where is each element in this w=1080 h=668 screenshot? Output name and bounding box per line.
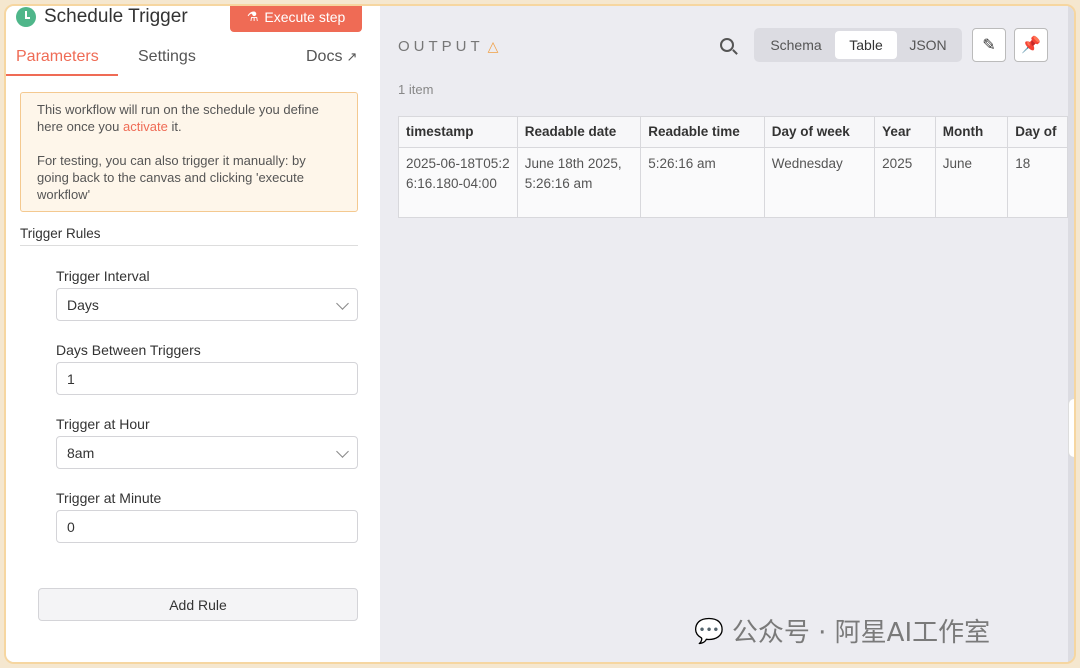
col-header: Day of week (763, 116, 876, 148)
tab-settings[interactable]: Settings (138, 48, 196, 66)
trigger-hour-label: Trigger at Hour (56, 416, 150, 432)
table-cell[interactable]: Wednesday (763, 147, 876, 218)
add-rule-button[interactable]: Add Rule (38, 588, 358, 621)
trigger-rules-title: Trigger Rules (20, 226, 358, 246)
notice-text-end: it. (167, 119, 182, 134)
pin-icon: 📌 (1021, 37, 1041, 54)
col-header: Readable date (516, 116, 642, 148)
table-cell[interactable]: June 18th 2025, 5:26:16 am (516, 147, 642, 218)
view-table-button[interactable]: Table (835, 31, 897, 59)
flask-icon: ⚗ (246, 9, 259, 24)
pin-data-button[interactable]: 📌 (1014, 28, 1048, 62)
output-table: timestamp Readable date Readable time Da… (398, 116, 1068, 219)
activation-notice: This workflow will run on the schedule y… (20, 92, 358, 212)
trigger-interval-label: Trigger Interval (56, 268, 150, 284)
execute-step-button[interactable]: ⚗ Execute step (230, 6, 362, 32)
table-cell[interactable]: 5:26:16 am (640, 147, 765, 218)
output-title-text: OUTPUT (398, 38, 484, 55)
table-cell[interactable]: 2025-06-18T05:26:16.180-04:00 (398, 147, 518, 218)
days-between-value: 1 (67, 370, 75, 387)
watermark-text: 公众号 · 阿星AI工作室 (731, 618, 991, 648)
pencil-icon: ✎ (982, 37, 996, 54)
table-row: 2025-06-18T05:26:16.180-04:00 June 18th … (398, 147, 1068, 218)
panel-tabs: Parameters Settings Docs ↗ (6, 42, 380, 78)
warning-icon: △ (487, 38, 499, 54)
view-schema-button[interactable]: Schema (757, 31, 835, 59)
col-header: Readable time (640, 116, 765, 148)
docs-label: Docs (306, 48, 343, 65)
active-tab-indicator (6, 74, 118, 76)
output-panel: OUTPUT △ Schema Table JSON ✎ 📌 1 item tim… (380, 6, 1068, 662)
col-header: timestamp (398, 116, 518, 148)
canvas-edge (1068, 6, 1074, 662)
days-between-input[interactable]: 1 (56, 362, 358, 395)
trigger-minute-input[interactable]: 0 (56, 510, 358, 543)
trigger-interval-value: Days (67, 296, 99, 313)
execute-step-label: Execute step (264, 9, 346, 25)
wechat-icon: 💬 (694, 616, 724, 645)
view-switch: Schema Table JSON (754, 28, 962, 62)
col-header: Year (874, 116, 936, 148)
node-title: Schedule Trigger (44, 6, 188, 27)
search-icon[interactable] (720, 38, 734, 52)
view-json-button[interactable]: JSON (897, 31, 959, 59)
app-frame: Schedule Trigger ⚗ Execute step Paramete… (4, 4, 1076, 664)
trigger-interval-select[interactable]: Days (56, 288, 358, 321)
trigger-minute-value: 0 (67, 518, 75, 535)
col-header: Day of (1007, 116, 1068, 148)
table-cell[interactable]: 2025 (874, 147, 936, 218)
notice-line-2: For testing, you can also trigger it man… (37, 153, 306, 202)
item-count: 1 item (398, 82, 434, 97)
watermark: 💬 公众号 · 阿星AI工作室 (694, 612, 990, 649)
edit-output-button[interactable]: ✎ (972, 28, 1006, 62)
trigger-hour-select[interactable]: 8am (56, 436, 358, 469)
node-parameters-panel: Schedule Trigger ⚗ Execute step Paramete… (6, 6, 380, 662)
notice-line-1: This workflow will run on the schedule y… (37, 101, 341, 135)
chevron-down-icon (336, 297, 349, 310)
output-title: OUTPUT △ (398, 38, 498, 55)
node-header: Schedule Trigger ⚗ Execute step (6, 6, 380, 36)
table-cell[interactable]: June (934, 147, 1009, 218)
trigger-minute-label: Trigger at Minute (56, 490, 162, 506)
trigger-hour-value: 8am (67, 444, 95, 461)
table-cell[interactable]: 18 (1007, 147, 1068, 218)
col-header: Month (934, 116, 1009, 148)
external-link-icon: ↗ (346, 49, 358, 64)
table-header-row: timestamp Readable date Readable time Da… (398, 116, 1068, 148)
clock-icon (16, 7, 36, 27)
panel-resize-handle[interactable] (1068, 398, 1074, 458)
tab-docs[interactable]: Docs ↗ (306, 48, 357, 66)
chevron-down-icon (336, 445, 349, 458)
tab-parameters[interactable]: Parameters (16, 48, 99, 66)
activate-link[interactable]: activate (123, 119, 168, 134)
days-between-label: Days Between Triggers (56, 342, 201, 358)
